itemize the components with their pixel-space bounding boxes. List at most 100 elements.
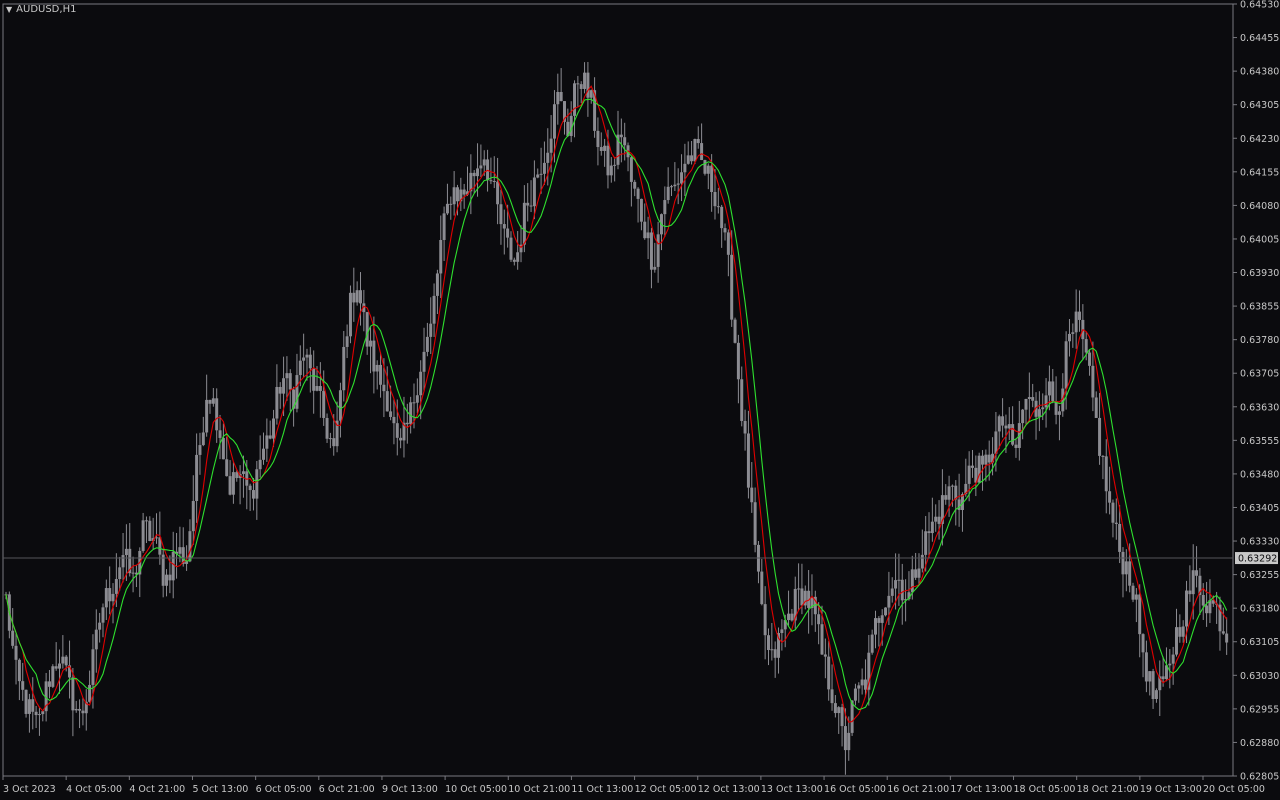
candle-body [1088, 352, 1092, 366]
candle-body [258, 459, 262, 470]
candle-body [1178, 627, 1182, 637]
chart-window[interactable]: 0.64530 0.64455 0.64380 0.64305 0.64230 0.641… [0, 0, 1280, 800]
candle-body [1131, 585, 1135, 600]
candle-body [676, 183, 680, 185]
candle-body [987, 454, 991, 463]
candle-body [218, 430, 222, 438]
candle-body [211, 398, 215, 404]
x-tick-label: 9 Oct 13:00 [382, 784, 438, 795]
candle-body [1098, 417, 1102, 456]
candle-body [248, 485, 252, 491]
candle-body [1091, 365, 1095, 398]
candle-body [285, 373, 289, 379]
candle-body [21, 681, 25, 690]
candle-body [619, 134, 623, 138]
candle-body [34, 711, 38, 716]
candle-body [937, 516, 941, 524]
candle-body [1084, 339, 1088, 353]
candle-body [315, 386, 319, 391]
candle-body [1007, 424, 1011, 429]
candle-body [305, 354, 309, 358]
candle-body [766, 635, 770, 651]
candle-body [877, 618, 881, 623]
candle-body [703, 160, 707, 174]
candle-body [683, 163, 687, 173]
candle-body [1121, 551, 1125, 575]
candle-body [506, 228, 510, 238]
candle-body [690, 155, 694, 162]
candle-body [586, 72, 590, 98]
symbol-label[interactable]: ▼ AUDUSD,H1 [6, 3, 76, 17]
candle-body [843, 726, 847, 751]
candle-body [897, 579, 901, 581]
ma-fast-line [5, 85, 1228, 723]
candle-body [1111, 502, 1115, 523]
candle-body [646, 232, 650, 239]
candle-body [1064, 341, 1068, 389]
candle-body [770, 649, 774, 651]
candle-body [823, 654, 827, 657]
candle-body [1205, 605, 1209, 614]
candle-body [382, 384, 386, 392]
candle-body [482, 159, 486, 166]
x-tick-label: 5 Oct 13:00 [192, 784, 248, 795]
candle-body [328, 438, 332, 440]
candle-body [1221, 631, 1225, 634]
candle-body [1021, 409, 1025, 424]
candle-body [104, 588, 108, 608]
candle-body [318, 386, 322, 391]
candle-body [435, 273, 439, 296]
candle-body [369, 340, 373, 347]
candle-body [967, 465, 971, 484]
candle-body [984, 454, 988, 465]
y-tick-label: 0.64005 [1240, 234, 1279, 245]
candle-body [934, 516, 938, 522]
price-chart[interactable]: 0.64530 0.64455 0.64380 0.64305 0.64230 0.641… [0, 0, 1280, 800]
candle-body [131, 572, 135, 574]
candle-body [198, 445, 202, 455]
candle-body [666, 186, 670, 201]
candle-body [455, 187, 459, 202]
x-tick-label: 18 Oct 05:00 [1014, 784, 1076, 795]
candle-body [780, 629, 784, 634]
candle-body [920, 554, 924, 569]
candle-body [997, 416, 1001, 432]
candle-body [302, 357, 306, 361]
candle-body [733, 319, 737, 343]
symbol-text: AUDUSD,H1 [16, 4, 77, 15]
y-tick-label: 0.63030 [1240, 671, 1279, 682]
candle-body [539, 173, 543, 175]
candle-body [1031, 397, 1035, 401]
y-tick-label: 0.63180 [1240, 604, 1279, 615]
candle-body [1024, 399, 1028, 410]
candle-body [375, 364, 379, 372]
x-tick-label: 12 Oct 05:00 [635, 784, 697, 795]
candle-body [797, 588, 801, 590]
candle-body [278, 386, 282, 394]
candle-body [516, 252, 520, 262]
candle-body [599, 147, 603, 151]
triangle-down-icon[interactable]: ▼ [6, 3, 12, 17]
candle-body [231, 472, 235, 495]
candle-body [623, 137, 627, 146]
candle-body [1011, 424, 1015, 445]
candle-body [338, 390, 342, 421]
candle-body [215, 398, 219, 431]
candle-body [670, 186, 674, 188]
candle-body [272, 418, 276, 439]
candle-body [228, 476, 232, 495]
candle-body [412, 402, 416, 404]
candle-body [445, 203, 449, 214]
candle-body [81, 710, 85, 714]
y-tick-label: 0.63930 [1240, 268, 1279, 279]
candle-body [526, 202, 530, 206]
candle-body [773, 649, 777, 658]
x-tick-label: 4 Oct 21:00 [129, 784, 185, 795]
candle-body [1124, 561, 1128, 575]
candle-body [449, 203, 453, 205]
x-tick-label: 3 Oct 2023 [3, 784, 56, 795]
y-tick-label: 0.64380 [1240, 67, 1279, 78]
y-tick-label: 0.64530 [1240, 0, 1279, 11]
x-tick-label: 18 Oct 21:00 [1077, 784, 1139, 795]
candle-body [900, 579, 904, 601]
